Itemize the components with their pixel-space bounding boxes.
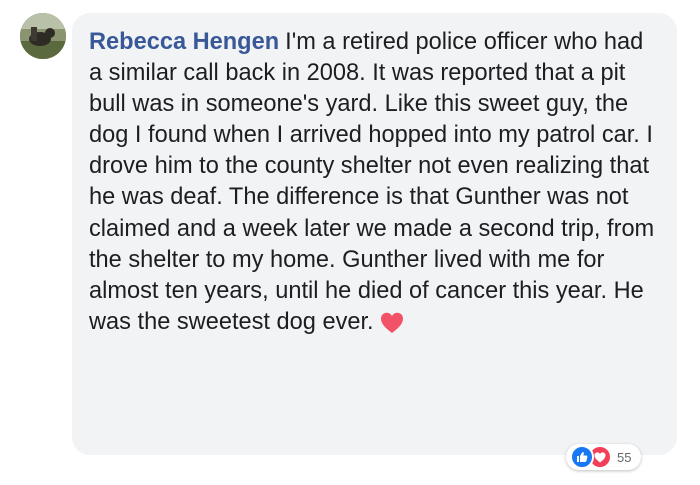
comment-author-link[interactable]: Rebecca Hengen: [89, 29, 279, 55]
heart-icon: [380, 312, 404, 334]
comment-text: I'm a retired police officer who had a s…: [89, 29, 655, 335]
reactions-summary[interactable]: 55: [566, 444, 642, 470]
avatar-photo: [20, 13, 66, 59]
reaction-count: 55: [617, 449, 632, 465]
comment-body: Rebecca Hengen I'm a retired police offic…: [89, 27, 661, 338]
avatar[interactable]: [20, 13, 66, 59]
like-icon: [570, 445, 594, 469]
comment-bubble: Rebecca Hengen I'm a retired police offic…: [72, 13, 677, 455]
